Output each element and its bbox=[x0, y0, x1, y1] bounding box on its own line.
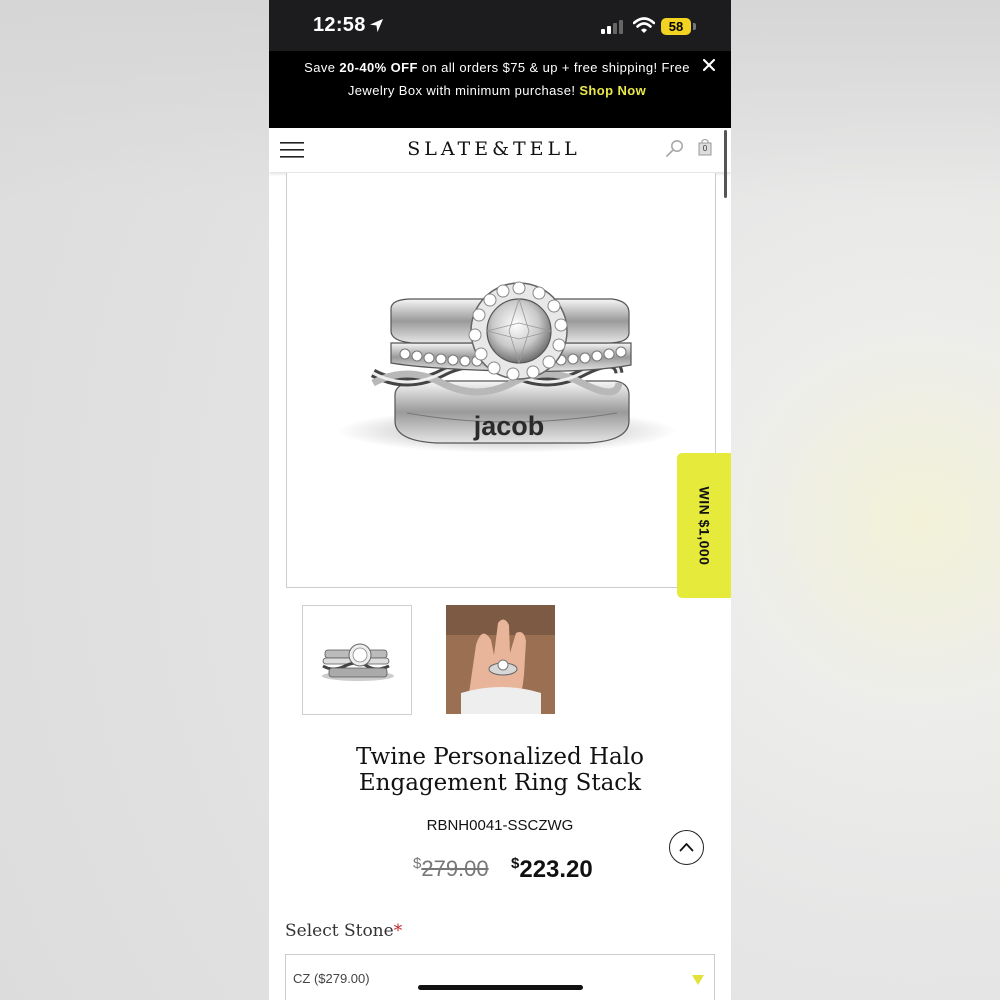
menu-icon[interactable] bbox=[280, 140, 304, 160]
promo-discount: 20-40% OFF bbox=[339, 60, 418, 75]
shop-now-link[interactable]: Shop Now bbox=[579, 83, 646, 98]
original-price-value: 279.00 bbox=[421, 856, 489, 881]
status-time: 12:58 bbox=[313, 14, 366, 36]
wifi-icon bbox=[633, 17, 655, 33]
scrollbar[interactable] bbox=[724, 130, 727, 198]
close-icon[interactable] bbox=[701, 57, 717, 73]
select-stone-text: Select Stone bbox=[285, 921, 394, 941]
sale-price-value: 223.20 bbox=[519, 856, 593, 883]
search-icon[interactable] bbox=[665, 139, 685, 159]
thumbnail-ring-stack[interactable] bbox=[302, 605, 412, 715]
ring-stack-illustration: jacob bbox=[337, 281, 677, 453]
win-tab-label: WIN $1,000 bbox=[696, 486, 712, 565]
product-sku: RBNH0041-SSCZWG bbox=[426, 817, 574, 834]
brand-logo[interactable]: SLATE&TELL bbox=[389, 138, 599, 160]
product-main-image[interactable]: jacob bbox=[286, 173, 716, 588]
battery-tip bbox=[693, 23, 696, 30]
thumbnail-ring-image bbox=[322, 643, 394, 681]
cart-count: 0 bbox=[702, 144, 708, 153]
win-promo-tab[interactable]: WIN $1,000 bbox=[677, 453, 731, 598]
scroll-to-top-button[interactable] bbox=[669, 830, 704, 865]
select-stone-label: Select Stone* bbox=[285, 921, 402, 941]
required-marker: * bbox=[393, 921, 403, 941]
signal-icon bbox=[601, 20, 623, 34]
chevron-up-icon bbox=[679, 843, 694, 852]
hand-photo-image bbox=[446, 605, 555, 714]
site-header: SLATE&TELL 0 bbox=[269, 128, 731, 172]
home-indicator[interactable] bbox=[418, 985, 583, 990]
original-price: $279.00 bbox=[413, 855, 489, 882]
thumbnail-hand-photo[interactable] bbox=[446, 605, 555, 714]
sale-currency-symbol: $ bbox=[511, 855, 520, 872]
location-arrow-icon bbox=[369, 18, 384, 33]
stone-select-dropdown[interactable]: CZ ($279.00) bbox=[285, 954, 715, 1000]
product-title: Twine Personalized Halo Engagement Ring … bbox=[356, 744, 644, 796]
engraving-text: jacob bbox=[473, 411, 545, 441]
dropdown-triangle-icon bbox=[692, 975, 704, 985]
sale-price: $223.20 bbox=[511, 855, 593, 884]
battery-indicator: 58 bbox=[661, 18, 691, 35]
original-currency-symbol: $ bbox=[413, 855, 422, 872]
phone-screen: 12:58 58 Save 20-40% OFF on all orders $… bbox=[269, 0, 731, 1000]
status-bar: 12:58 58 bbox=[269, 0, 731, 51]
promo-text: Save 20-40% OFF on all orders $75 & up +… bbox=[297, 57, 697, 102]
promo-banner: Save 20-40% OFF on all orders $75 & up +… bbox=[269, 51, 731, 128]
promo-text-start: Save bbox=[304, 60, 340, 75]
stone-selected-value: CZ ($279.00) bbox=[293, 971, 370, 986]
